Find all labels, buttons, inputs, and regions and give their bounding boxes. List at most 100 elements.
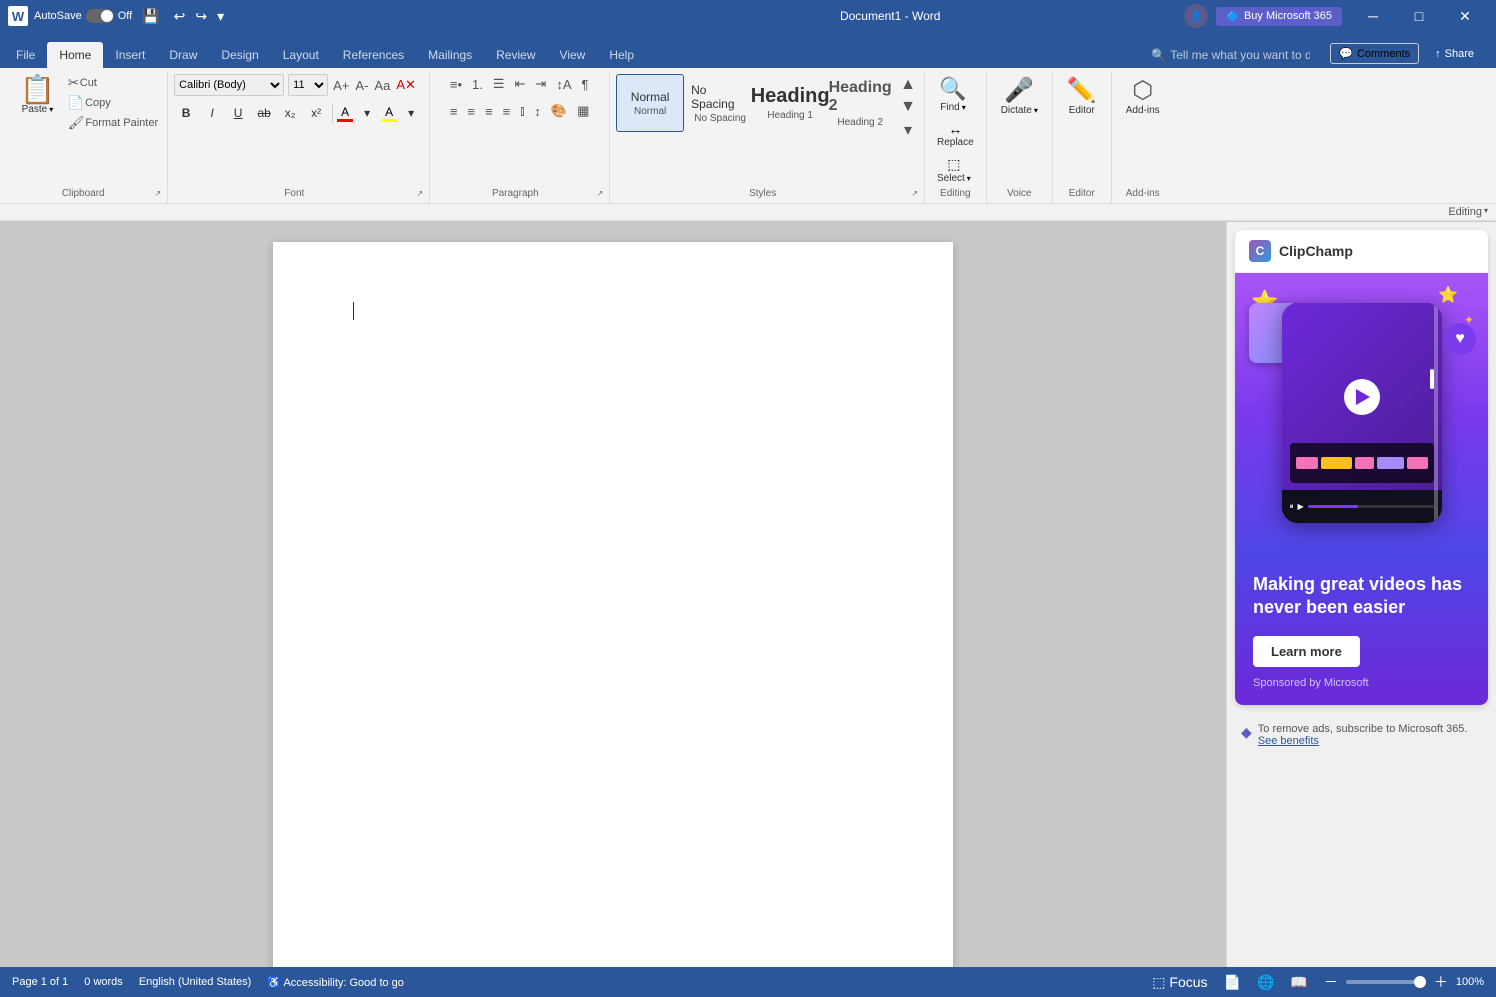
document-page[interactable] bbox=[273, 242, 953, 967]
replace-button[interactable]: ↔ Replace bbox=[931, 119, 980, 150]
addins-button[interactable]: ⬡ Add-ins bbox=[1118, 74, 1168, 118]
font-family-select[interactable]: Calibri (Body) bbox=[174, 74, 284, 96]
redo-button[interactable]: ↪ bbox=[191, 6, 211, 27]
share-button[interactable]: ↑ Share bbox=[1425, 45, 1484, 63]
tab-home[interactable]: Home bbox=[47, 42, 103, 68]
style-no-spacing[interactable]: No Spacing No Spacing bbox=[686, 74, 754, 132]
tab-draw[interactable]: Draw bbox=[157, 42, 209, 68]
font-size-decrease-button[interactable]: A- bbox=[354, 77, 369, 94]
text-color-dropdown[interactable]: ▾ bbox=[355, 104, 379, 122]
para-row-1: ≡• 1. ☰ ⇤ ⇥ ↕A ¶ bbox=[446, 74, 593, 94]
underline-button[interactable]: U bbox=[226, 104, 250, 122]
maximize-button[interactable]: □ bbox=[1396, 0, 1442, 32]
video-timeline bbox=[1290, 443, 1434, 483]
paragraph-expand[interactable]: ↗ bbox=[596, 189, 603, 198]
search-input[interactable] bbox=[1170, 48, 1310, 62]
columns-button[interactable]: ⫾ bbox=[516, 101, 528, 121]
borders-button[interactable]: ▦ bbox=[573, 101, 593, 121]
tab-design[interactable]: Design bbox=[209, 42, 270, 68]
reading-view-button[interactable]: 📖 bbox=[1286, 972, 1311, 993]
focus-button[interactable]: ⬚ Focus bbox=[1148, 972, 1211, 993]
tab-references[interactable]: References bbox=[331, 42, 416, 68]
font-size-increase-button[interactable]: A+ bbox=[332, 77, 350, 94]
tab-review[interactable]: Review bbox=[484, 42, 547, 68]
tab-insert[interactable]: Insert bbox=[103, 42, 157, 68]
show-formatting-button[interactable]: ¶ bbox=[578, 75, 593, 94]
bullets-button[interactable]: ≡• bbox=[446, 75, 466, 94]
style-heading1[interactable]: Heading Heading 1 bbox=[756, 74, 824, 132]
clipboard-expand[interactable]: ↗ bbox=[154, 189, 161, 198]
save-button[interactable]: 💾 bbox=[138, 6, 163, 27]
copy-button[interactable]: 📄 Copy bbox=[65, 94, 161, 112]
font-group: Calibri (Body) 11 A+ A- Aa A✕ B I U ab x… bbox=[168, 72, 430, 203]
align-left-button[interactable]: ≡ bbox=[446, 102, 462, 121]
change-case-button[interactable]: Aa bbox=[373, 77, 391, 94]
clipboard-content: 📋 Paste ▾ ✂ Cut 📄 Copy 🖌 Format Painter bbox=[14, 74, 161, 186]
italic-button[interactable]: I bbox=[200, 104, 224, 122]
tab-mailings[interactable]: Mailings bbox=[416, 42, 484, 68]
styles-expand-btn[interactable]: ↗ bbox=[911, 189, 918, 198]
dictate-button[interactable]: 🎤 Dictate ▾ bbox=[993, 74, 1046, 118]
style-heading2[interactable]: Heading 2 Heading 2 bbox=[826, 74, 894, 132]
close-button[interactable]: ✕ bbox=[1442, 0, 1488, 32]
align-right-button[interactable]: ≡ bbox=[481, 102, 497, 121]
decrease-indent-button[interactable]: ⇤ bbox=[511, 74, 530, 94]
tab-help[interactable]: Help bbox=[597, 42, 646, 68]
styles-scroll-down[interactable]: ▼ bbox=[898, 96, 918, 118]
align-center-button[interactable]: ≡ bbox=[463, 102, 479, 121]
find-button[interactable]: 🔍 Find ▾ bbox=[931, 74, 975, 115]
search-tab[interactable]: 🔍 bbox=[1139, 42, 1322, 68]
shading-button[interactable]: 🎨 bbox=[547, 101, 571, 121]
autosave-state: Off bbox=[118, 10, 132, 22]
highlight-dropdown[interactable]: ▾ bbox=[399, 104, 423, 122]
format-painter-button[interactable]: 🖌 Format Painter bbox=[65, 114, 161, 132]
text-color-button[interactable]: A bbox=[337, 105, 353, 122]
zoom-slider[interactable] bbox=[1346, 980, 1426, 984]
styles-expand[interactable]: ▾ bbox=[898, 118, 918, 142]
editing-dropdown[interactable]: ▾ bbox=[1484, 206, 1488, 218]
learn-more-button[interactable]: Learn more bbox=[1253, 636, 1360, 667]
style-normal[interactable]: Normal Normal bbox=[616, 74, 684, 132]
tab-layout[interactable]: Layout bbox=[271, 42, 331, 68]
web-layout-button[interactable]: 🌐 bbox=[1253, 972, 1278, 993]
minimize-button[interactable]: ─ bbox=[1350, 0, 1396, 32]
timeline-block-3 bbox=[1355, 457, 1374, 469]
styles-scroll-up[interactable]: ▲ bbox=[898, 74, 918, 96]
zoom-out-button[interactable]: － bbox=[1320, 970, 1342, 994]
zoom-in-button[interactable]: ＋ bbox=[1430, 970, 1452, 994]
user-avatar[interactable]: 👤 bbox=[1184, 4, 1208, 28]
subscript-button[interactable]: x₂ bbox=[278, 104, 302, 122]
line-spacing-button[interactable]: ↕ bbox=[530, 102, 545, 121]
paste-button[interactable]: 📋 Paste ▾ bbox=[14, 74, 61, 117]
autosave-toggle[interactable] bbox=[86, 9, 114, 23]
diamond-icon: ◆ bbox=[1241, 724, 1252, 741]
font-size-select[interactable]: 11 bbox=[288, 74, 328, 96]
play-button[interactable] bbox=[1344, 379, 1380, 415]
undo-button[interactable]: ↩ bbox=[170, 6, 190, 27]
increase-indent-button[interactable]: ⇥ bbox=[531, 74, 550, 94]
multilevel-button[interactable]: ☰ bbox=[489, 74, 509, 94]
buy-microsoft-button[interactable]: 🔷 Buy Microsoft 365 bbox=[1216, 7, 1342, 26]
tab-view[interactable]: View bbox=[548, 42, 598, 68]
customize-button[interactable]: ▾ bbox=[213, 6, 228, 27]
cut-button[interactable]: ✂ Cut bbox=[65, 74, 161, 92]
share-icon: ↑ bbox=[1435, 48, 1441, 60]
document-area[interactable] bbox=[0, 222, 1226, 967]
highlight-color-button[interactable]: A bbox=[381, 105, 397, 122]
superscript-button[interactable]: x² bbox=[304, 104, 328, 122]
font-expand[interactable]: ↗ bbox=[416, 189, 423, 198]
editor-button[interactable]: ✏️ Editor bbox=[1059, 74, 1105, 118]
print-layout-button[interactable]: 📄 bbox=[1220, 972, 1245, 993]
strikethrough-button[interactable]: ab bbox=[252, 104, 276, 122]
pause-icon: ⏸ bbox=[1290, 502, 1294, 512]
comments-button[interactable]: 💬 Comments bbox=[1330, 43, 1419, 64]
tab-file[interactable]: File bbox=[4, 42, 47, 68]
select-button[interactable]: ⬚ Select ▾ bbox=[931, 154, 977, 186]
justify-button[interactable]: ≡ bbox=[499, 102, 515, 121]
paste-dropdown-arrow[interactable]: ▾ bbox=[49, 105, 53, 114]
see-benefits-link[interactable]: See benefits bbox=[1258, 735, 1319, 747]
clear-formatting-button[interactable]: A✕ bbox=[395, 76, 417, 94]
sort-button[interactable]: ↕A bbox=[552, 75, 575, 94]
numbering-button[interactable]: 1. bbox=[468, 75, 487, 94]
bold-button[interactable]: B bbox=[174, 104, 198, 122]
